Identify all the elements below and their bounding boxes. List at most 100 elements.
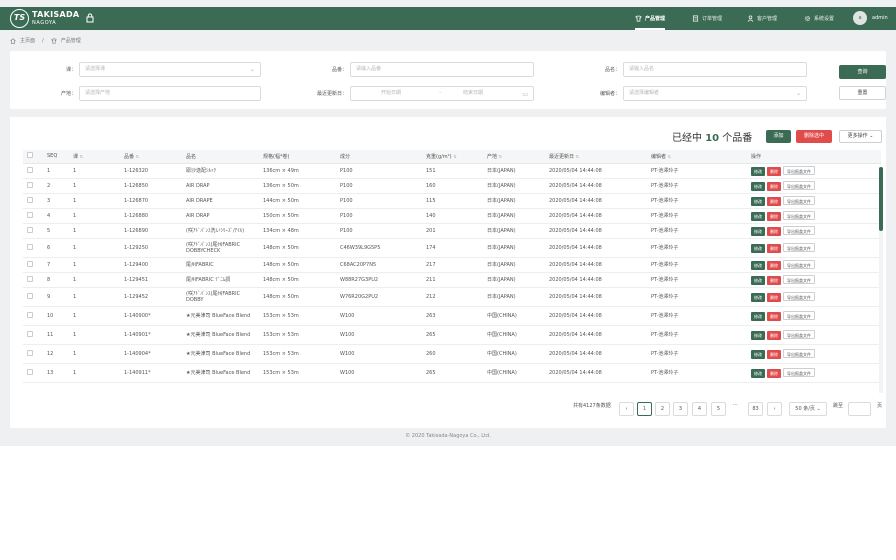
- next-page-button[interactable]: ›: [767, 402, 782, 416]
- row-select[interactable]: [23, 257, 47, 273]
- row-select[interactable]: [23, 306, 47, 326]
- table-row[interactable]: 9 1 1-129452 (咲ｱﾄﾞﾊﾞﾝｽ)尾州FABRIC DOBBY 148cm …: [23, 287, 881, 307]
- row-select[interactable]: [23, 325, 47, 345]
- table-row[interactable]: 6 1 1-129250 (咲ｱﾄﾞﾊﾞﾝｽ)尾州FABRIC DOBBYCHECK 1…: [23, 238, 881, 258]
- edit-button[interactable]: 修改: [751, 330, 765, 340]
- goto-page-input[interactable]: [848, 402, 871, 416]
- delete-button[interactable]: 删除: [767, 311, 781, 321]
- export-button[interactable]: 导出报盖文件: [783, 348, 815, 358]
- edit-button[interactable]: 修改: [751, 166, 765, 176]
- edit-button[interactable]: 修改: [751, 181, 765, 191]
- nav-orders[interactable]: 订单管理: [692, 7, 722, 30]
- table-row[interactable]: 8 1 1-129451 尾州FABRIC ﾃﾞﾆﾑ調 148cm × 50m W88R2…: [23, 272, 881, 288]
- row-checkbox[interactable]: [27, 260, 33, 267]
- col-origin[interactable]: 产地 ⇅: [487, 150, 549, 164]
- nav-settings[interactable]: 系统设置: [804, 7, 834, 30]
- sort-icon[interactable]: ⇅: [453, 154, 456, 159]
- row-select[interactable]: [23, 363, 47, 383]
- col-editor[interactable]: 编辑者 ⇅: [651, 150, 751, 164]
- page-ellipsis[interactable]: ···: [733, 402, 738, 408]
- page-button-3[interactable]: 3: [673, 402, 688, 416]
- table-row[interactable]: 4 1 1-126880 AIR DRAP 150cm × 50m P100 140 日本(J…: [23, 208, 881, 224]
- row-checkbox[interactable]: [27, 211, 33, 218]
- sort-icon[interactable]: ⇅: [136, 154, 139, 159]
- row-select[interactable]: [23, 272, 47, 288]
- export-button[interactable]: 导出报盖文件: [783, 210, 815, 220]
- table-row[interactable]: 1 1 1-126320 耶沙逸配ｼﾙｯｸ 136cm × 49m P100 151 日本(J…: [23, 163, 881, 179]
- row-checkbox[interactable]: [27, 181, 33, 188]
- table-row[interactable]: 10 1 1-140900* ★元美津司 BlueFace Blend 153cm × …: [23, 306, 881, 326]
- export-button[interactable]: 导出报盖文件: [783, 165, 815, 175]
- row-checkbox[interactable]: [27, 311, 33, 318]
- delete-button[interactable]: 删除: [767, 260, 781, 270]
- table-row[interactable]: 2 1 1-126850 AIR DRAP 136cm × 50m P100 160 日本(J…: [23, 178, 881, 194]
- sort-icon[interactable]: ⇅: [576, 154, 579, 159]
- edit-button[interactable]: 修改: [751, 211, 765, 221]
- table-row[interactable]: 13 1 1-140911* ★元美津司 BlueFace Blend 153cm × …: [23, 363, 881, 383]
- delete-button[interactable]: 删除: [767, 349, 781, 359]
- export-button[interactable]: 导出报盖文件: [783, 291, 815, 301]
- page-button-5[interactable]: 5: [711, 402, 726, 416]
- edit-button[interactable]: 修改: [751, 292, 765, 302]
- export-button[interactable]: 导出报盖文件: [783, 225, 815, 235]
- export-button[interactable]: 导出报盖文件: [783, 310, 815, 320]
- search-button[interactable]: 查询: [839, 65, 886, 79]
- delete-button[interactable]: 删除: [767, 330, 781, 340]
- delete-button[interactable]: 删除: [767, 226, 781, 236]
- table-row[interactable]: 11 1 1-140901* ★元美津司 BlueFace Blend 153cm × …: [23, 325, 881, 345]
- lock-icon[interactable]: [86, 13, 94, 23]
- export-button[interactable]: 导出报盖文件: [783, 274, 815, 284]
- code-input[interactable]: 请输入品番: [350, 62, 534, 77]
- table-row[interactable]: 12 1 1-140904* ★元美津司 BlueFace Blend 153cm × …: [23, 344, 881, 364]
- export-button[interactable]: 导出报盖文件: [783, 367, 815, 377]
- delete-button[interactable]: 删除: [767, 243, 781, 253]
- row-select[interactable]: [23, 208, 47, 224]
- delete-button[interactable]: 删除: [767, 292, 781, 302]
- prev-page-button[interactable]: ‹: [619, 402, 634, 416]
- breadcrumb-home[interactable]: 主页面: [20, 37, 35, 44]
- page-button-2[interactable]: 2: [655, 402, 670, 416]
- col-code[interactable]: 品番 ⇅: [124, 150, 186, 164]
- date-start[interactable]: 开始日期: [381, 87, 401, 100]
- delete-button[interactable]: 删除: [767, 368, 781, 378]
- reset-button[interactable]: 重置: [839, 86, 886, 100]
- col-date[interactable]: 最近更新日 ⇅: [549, 150, 651, 164]
- row-select[interactable]: [23, 193, 47, 209]
- date-range-picker[interactable]: 开始日期 – 结束日期 ▭: [350, 86, 534, 101]
- edit-button[interactable]: 修改: [751, 368, 765, 378]
- table-row[interactable]: 3 1 1-126870 AIR DRAPE 144cm × 50m P100 115 日本(…: [23, 193, 881, 209]
- sort-icon[interactable]: ⇅: [668, 154, 671, 159]
- sort-icon[interactable]: ⇅: [499, 154, 502, 159]
- edit-button[interactable]: 修改: [751, 311, 765, 321]
- row-select[interactable]: [23, 287, 47, 307]
- row-select[interactable]: [23, 238, 47, 258]
- export-button[interactable]: 导出报盖文件: [783, 329, 815, 339]
- page-button-4[interactable]: 4: [692, 402, 707, 416]
- row-checkbox[interactable]: [27, 196, 33, 203]
- row-select[interactable]: [23, 178, 47, 194]
- add-button[interactable]: 添加: [766, 130, 791, 143]
- more-actions-dropdown[interactable]: 更多操作 ⌄: [839, 130, 882, 143]
- delete-selected-button[interactable]: 删除选中: [796, 130, 832, 143]
- user-name[interactable]: admin: [872, 15, 888, 21]
- edit-button[interactable]: 修改: [751, 243, 765, 253]
- table-row[interactable]: 5 1 1-126890 (咲ｱﾄﾞﾊﾞﾝｽ洗いｼﾘｰｽﾞ/ｱｲﾙ) 134cm × 4…: [23, 223, 881, 239]
- row-select[interactable]: [23, 163, 47, 179]
- row-select[interactable]: [23, 223, 47, 239]
- page-button-1[interactable]: 1: [637, 402, 652, 416]
- edit-button[interactable]: 修改: [751, 275, 765, 285]
- export-button[interactable]: 导出报盖文件: [783, 259, 815, 269]
- row-checkbox[interactable]: [27, 275, 33, 282]
- export-button[interactable]: 导出报盖文件: [783, 195, 815, 205]
- edit-button[interactable]: 修改: [751, 260, 765, 270]
- col-weight[interactable]: 克重(g/m²) ⇅: [426, 150, 487, 164]
- editor-select[interactable]: 请选择编辑者 ⌄: [623, 86, 807, 101]
- delete-button[interactable]: 删除: [767, 166, 781, 176]
- sort-icon[interactable]: ⇅: [80, 154, 83, 159]
- nav-product[interactable]: 产品管理: [635, 7, 666, 30]
- logo[interactable]: TS: [10, 9, 29, 28]
- delete-button[interactable]: 删除: [767, 275, 781, 285]
- page-size-select[interactable]: 50 条/页 ⌄: [789, 402, 827, 416]
- export-button[interactable]: 导出报盖文件: [783, 180, 815, 190]
- date-end[interactable]: 结束日期: [463, 87, 483, 100]
